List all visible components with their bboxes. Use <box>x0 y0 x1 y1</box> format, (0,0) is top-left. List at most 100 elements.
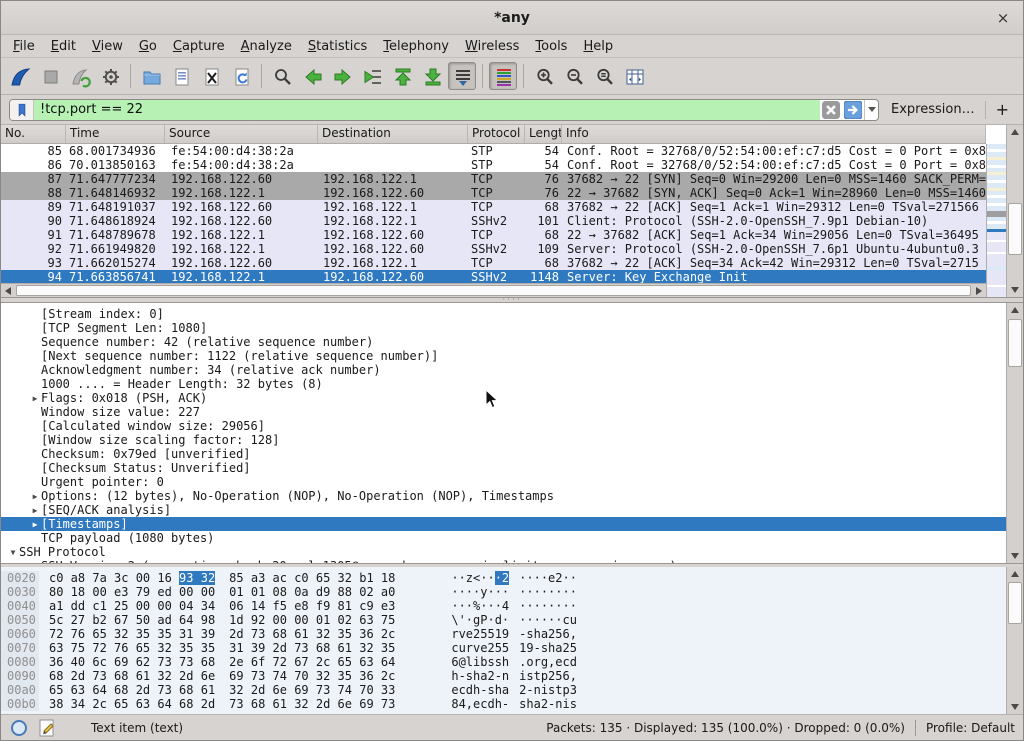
menu-capture[interactable]: Capture <box>165 37 233 56</box>
capture-comment-button[interactable] <box>37 718 57 738</box>
expert-info-button[interactable] <box>9 718 29 738</box>
hex-row-0080[interactable]: 008036 40 6c 69 62 73 73 682e 6f 72 67 2… <box>1 655 1006 669</box>
detail-line[interactable]: [Window size scaling factor: 128] <box>1 433 1006 447</box>
find-packet-button[interactable] <box>268 62 296 90</box>
packet-row-89[interactable]: 8971.648191037192.168.122.60192.168.122.… <box>1 200 986 214</box>
vscroll-thumb[interactable] <box>1008 319 1022 367</box>
hex-row-0070[interactable]: 007063 75 72 76 65 32 35 3531 39 2d 73 6… <box>1 641 1006 655</box>
packet-row-93[interactable]: 9371.662015274192.168.122.60192.168.122.… <box>1 256 986 270</box>
hex-row-00a0[interactable]: 00a065 63 64 68 2d 73 68 6132 2d 6e 69 7… <box>1 683 1006 697</box>
zoom-out-button[interactable] <box>560 62 588 90</box>
column-header-protocol[interactable]: Protocol <box>468 125 525 143</box>
packet-list-scrollbar[interactable] <box>1006 125 1023 297</box>
expander-closed-icon[interactable]: ▶ <box>29 559 41 563</box>
packet-row-88[interactable]: 8871.648146932192.168.122.1192.168.122.6… <box>1 186 986 200</box>
column-header-no[interactable]: No. <box>1 125 66 143</box>
packet-row-90[interactable]: 9071.648618924192.168.122.60192.168.122.… <box>1 214 986 228</box>
detail-line[interactable]: ▶[Timestamps] <box>1 517 1006 531</box>
menu-help[interactable]: Help <box>575 37 621 56</box>
expression-button[interactable]: Expression… <box>891 102 975 117</box>
column-header-destination[interactable]: Destination <box>318 125 468 143</box>
go-first-button[interactable] <box>388 62 416 90</box>
status-profile[interactable]: Profile: Default <box>926 721 1015 735</box>
detail-line[interactable]: [TCP Segment Len: 1080] <box>1 321 1006 335</box>
detail-line[interactable]: ▶[SEQ/ACK analysis] <box>1 503 1006 517</box>
detail-line[interactable]: 1000 .... = Header Length: 32 bytes (8) <box>1 377 1006 391</box>
hex-row-0060[interactable]: 006072 76 65 32 35 35 31 392d 73 68 61 3… <box>1 627 1006 641</box>
scroll-down-button[interactable] <box>1007 283 1023 297</box>
menu-statistics[interactable]: Statistics <box>300 37 375 56</box>
display-filter-field[interactable]: !tcp.port == 22 <box>9 99 879 121</box>
hex-row-0050[interactable]: 00505c 27 b2 67 50 ad 64 981d 92 00 00 0… <box>1 613 1006 627</box>
file-reload-button[interactable] <box>227 62 255 90</box>
capture-restart-button[interactable] <box>66 62 94 90</box>
column-header-length[interactable]: Length <box>525 125 562 143</box>
hex-row-0040[interactable]: 0040a1 dd c1 25 00 00 04 3406 14 f5 e8 f… <box>1 599 1006 613</box>
menu-telephony[interactable]: Telephony <box>375 37 457 56</box>
detail-line[interactable]: TCP payload (1080 bytes) <box>1 531 1006 545</box>
capture-start-button[interactable] <box>6 62 34 90</box>
go-last-button[interactable] <box>418 62 446 90</box>
resize-columns-button[interactable] <box>620 62 648 90</box>
detail-line[interactable]: ▶Options: (12 bytes), No-Operation (NOP)… <box>1 489 1006 503</box>
packet-row-91[interactable]: 9171.648789678192.168.122.1192.168.122.6… <box>1 228 986 242</box>
auto-scroll-button[interactable] <box>448 62 476 90</box>
filter-input[interactable]: !tcp.port == 22 <box>34 100 820 120</box>
expander-closed-icon[interactable]: ▶ <box>29 503 41 517</box>
hscroll-thumb[interactable] <box>16 285 971 296</box>
horizontal-scrollbar[interactable] <box>1 283 986 297</box>
expander-closed-icon[interactable]: ▶ <box>29 391 41 405</box>
expander-closed-icon[interactable]: ▶ <box>29 489 41 503</box>
scroll-up-button[interactable] <box>1007 125 1023 139</box>
detail-line[interactable]: ▶Flags: 0x018 (PSH, ACK) <box>1 391 1006 405</box>
column-header-time[interactable]: Time <box>66 125 165 143</box>
hex-row-00b0[interactable]: 00b038 34 2c 65 63 64 68 2d73 68 61 32 2… <box>1 697 1006 711</box>
packet-row-86[interactable]: 8670.013850163fe:54:00:d4:38:2aSTP54Conf… <box>1 158 986 172</box>
file-open-button[interactable] <box>137 62 165 90</box>
file-close-button[interactable] <box>197 62 225 90</box>
packet-row-85[interactable]: 8568.001734936fe:54:00:d4:38:2aSTP54Conf… <box>1 144 986 158</box>
close-button[interactable]: × <box>993 8 1013 28</box>
scroll-up-button[interactable] <box>1007 567 1023 581</box>
scroll-down-button[interactable] <box>1007 549 1023 563</box>
capture-stop-button[interactable] <box>36 62 64 90</box>
detail-line[interactable]: ▼SSH Protocol <box>1 545 1006 559</box>
packet-row-94[interactable]: 9471.663856741192.168.122.1192.168.122.6… <box>1 270 986 283</box>
detail-line[interactable]: Sequence number: 42 (relative sequence n… <box>1 335 1006 349</box>
hex-scrollbar[interactable] <box>1006 567 1023 714</box>
expander-open-icon[interactable]: ▼ <box>7 545 19 559</box>
menu-view[interactable]: View <box>84 37 131 56</box>
detail-line[interactable]: Acknowledgment number: 34 (relative ack … <box>1 363 1006 377</box>
hex-row-0090[interactable]: 009068 2d 73 68 61 32 2d 6e69 73 74 70 3… <box>1 669 1006 683</box>
title-bar[interactable]: *any × <box>1 1 1023 35</box>
menu-tools[interactable]: Tools <box>527 37 575 56</box>
filter-add-button[interactable]: + <box>996 100 1009 119</box>
scroll-down-button[interactable] <box>1007 700 1023 714</box>
column-header-info[interactable]: Info <box>562 125 986 143</box>
detail-line[interactable]: [Next sequence number: 1122 (relative se… <box>1 349 1006 363</box>
menu-wireless[interactable]: Wireless <box>457 37 527 56</box>
go-back-button[interactable] <box>298 62 326 90</box>
filter-clear-button[interactable] <box>822 101 840 119</box>
scroll-right-button[interactable] <box>972 284 986 297</box>
go-forward-button[interactable] <box>328 62 356 90</box>
detail-line[interactable]: Window size value: 227 <box>1 405 1006 419</box>
zoom-original-button[interactable] <box>590 62 618 90</box>
go-to-packet-button[interactable] <box>358 62 386 90</box>
detail-line[interactable]: Checksum: 0x79ed [unverified] <box>1 447 1006 461</box>
packet-row-87[interactable]: 8771.647777234192.168.122.60192.168.122.… <box>1 172 986 186</box>
filter-apply-button[interactable] <box>844 101 862 119</box>
menu-go[interactable]: Go <box>131 37 165 56</box>
scroll-left-button[interactable] <box>1 284 15 297</box>
detail-line[interactable]: Urgent pointer: 0 <box>1 475 1006 489</box>
filter-bookmark-button[interactable] <box>10 100 34 120</box>
capture-options-button[interactable] <box>96 62 124 90</box>
scroll-up-button[interactable] <box>1007 303 1023 317</box>
details-scrollbar[interactable] <box>1006 303 1023 563</box>
menu-file[interactable]: File <box>5 37 43 56</box>
filter-history-dropdown[interactable] <box>864 100 878 120</box>
packet-row-92[interactable]: 9271.661949820192.168.122.1192.168.122.6… <box>1 242 986 256</box>
zoom-in-button[interactable] <box>530 62 558 90</box>
vscroll-thumb[interactable] <box>1008 582 1022 624</box>
expander-closed-icon[interactable]: ▶ <box>29 517 41 531</box>
